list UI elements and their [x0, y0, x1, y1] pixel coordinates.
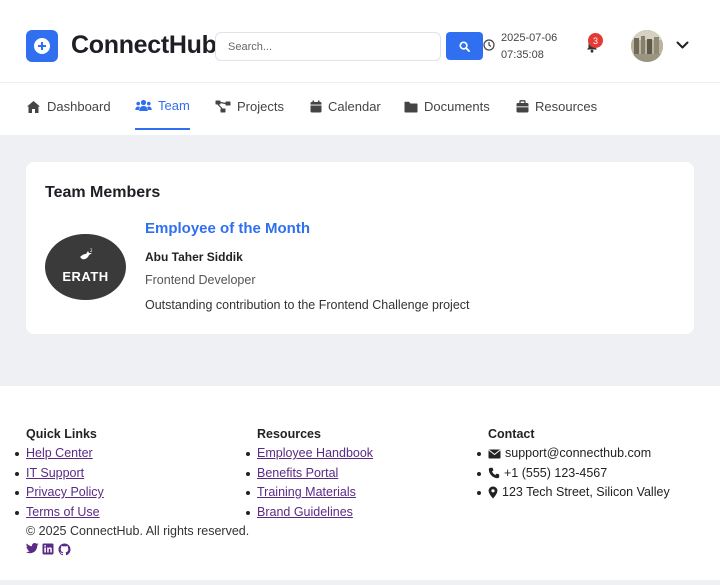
- search-button[interactable]: [446, 32, 483, 60]
- svg-text:2: 2: [90, 248, 93, 253]
- current-time: 07:35:08: [501, 49, 544, 61]
- page-bottom-edge: [0, 580, 720, 585]
- search-input[interactable]: [215, 32, 441, 61]
- footer-contact: Contact support@connecthub.com +1 (555) …: [477, 427, 670, 503]
- list-item: Training Materials: [245, 483, 373, 503]
- map-marker-icon: [488, 486, 498, 499]
- footer-column-title: Quick Links: [26, 427, 97, 441]
- current-date: 2025-07-06: [501, 32, 558, 44]
- employee-of-month-heading: Employee of the Month: [145, 220, 310, 237]
- avatar-image: [631, 30, 663, 62]
- users-icon: [135, 99, 152, 111]
- employee-handbook-link[interactable]: Employee Handbook: [257, 446, 373, 460]
- tab-resources[interactable]: Resources: [516, 83, 597, 130]
- tab-dashboard[interactable]: Dashboard: [26, 83, 111, 130]
- footer-column-title: Contact: [488, 427, 535, 441]
- phone-icon: [488, 468, 500, 479]
- footer-resources: Resources Employee Handbook Benefits Por…: [245, 427, 373, 523]
- tab-calendar[interactable]: Calendar: [310, 83, 381, 130]
- footer-column-title: Resources: [257, 427, 321, 441]
- contact-address-text: 123 Tech Street, Silicon Valley: [502, 485, 670, 499]
- tab-label: Resources: [535, 99, 598, 114]
- employee-photo-text: ERATH: [62, 269, 109, 284]
- dove-icon: 2: [80, 248, 93, 260]
- tab-label: Projects: [237, 99, 284, 114]
- briefcase-icon: [516, 100, 529, 113]
- main-nav: Dashboard Team Projects Calendar Documen…: [0, 82, 720, 135]
- list-item: Privacy Policy: [15, 483, 104, 503]
- contact-phone: +1 (555) 123-4567: [477, 464, 670, 484]
- footer-quick-links: Quick Links Help Center IT Support Priva…: [15, 427, 104, 523]
- employee-note: Outstanding contribution to the Frontend…: [145, 298, 470, 312]
- list-item: IT Support: [15, 464, 104, 484]
- help-center-link[interactable]: Help Center: [26, 446, 93, 460]
- tab-documents[interactable]: Documents: [404, 83, 490, 130]
- brand-guidelines-link[interactable]: Brand Guidelines: [257, 505, 353, 519]
- social-links: [26, 543, 71, 556]
- employee-role: Frontend Developer: [145, 273, 256, 287]
- search-icon: [459, 40, 470, 52]
- linkedin-icon[interactable]: [42, 543, 55, 556]
- tab-team[interactable]: Team: [135, 83, 190, 130]
- contact-phone-text: +1 (555) 123-4567: [504, 465, 608, 480]
- training-materials-link[interactable]: Training Materials: [257, 485, 356, 499]
- app-header: ConnectHub 2025-07-06 07:35:08 3: [0, 0, 720, 82]
- envelope-icon: [488, 449, 501, 459]
- privacy-policy-link[interactable]: Privacy Policy: [26, 485, 104, 499]
- contact-email-text: support@connecthub.com: [505, 446, 652, 460]
- tab-label: Dashboard: [47, 99, 111, 114]
- copyright: © 2025 ConnectHub. All rights reserved.: [26, 524, 250, 538]
- datetime: 2025-07-06 07:35:08: [501, 30, 557, 64]
- tab-projects[interactable]: Projects: [215, 83, 284, 130]
- tab-label: Calendar: [328, 99, 381, 114]
- tab-label: Documents: [424, 99, 490, 114]
- app-title: ConnectHub: [71, 31, 217, 59]
- github-icon[interactable]: [58, 543, 71, 556]
- team-members-card: Team Members 2 ERATH Employee of the Mon…: [26, 162, 694, 334]
- list-item: Employee Handbook: [245, 444, 373, 464]
- list-item: Brand Guidelines: [245, 503, 373, 523]
- calendar-icon: [310, 100, 322, 113]
- contact-email: support@connecthub.com: [477, 444, 670, 464]
- list-item: Help Center: [15, 444, 104, 464]
- clock-icon: [483, 39, 495, 51]
- list-item: Benefits Portal: [245, 464, 373, 484]
- notification-badge: 3: [588, 33, 603, 48]
- avatar[interactable]: [631, 30, 663, 62]
- terms-of-use-link[interactable]: Terms of Use: [26, 505, 100, 519]
- benefits-portal-link[interactable]: Benefits Portal: [257, 466, 338, 480]
- it-support-link[interactable]: IT Support: [26, 466, 84, 480]
- home-icon: [27, 100, 40, 113]
- chevron-down-icon[interactable]: [676, 40, 689, 50]
- employee-photo: 2 ERATH: [45, 234, 126, 300]
- page-footer: Quick Links Help Center IT Support Priva…: [0, 386, 720, 580]
- project-diagram-icon: [215, 100, 231, 113]
- folder-icon: [404, 101, 418, 112]
- tab-label: Team: [158, 98, 190, 113]
- employee-name: Abu Taher Siddik: [145, 250, 243, 264]
- logo-icon: [26, 30, 58, 62]
- twitter-icon[interactable]: [26, 543, 39, 556]
- contact-address: 123 Tech Street, Silicon Valley: [477, 483, 670, 503]
- list-item: Terms of Use: [15, 503, 104, 523]
- section-title: Team Members: [45, 184, 161, 201]
